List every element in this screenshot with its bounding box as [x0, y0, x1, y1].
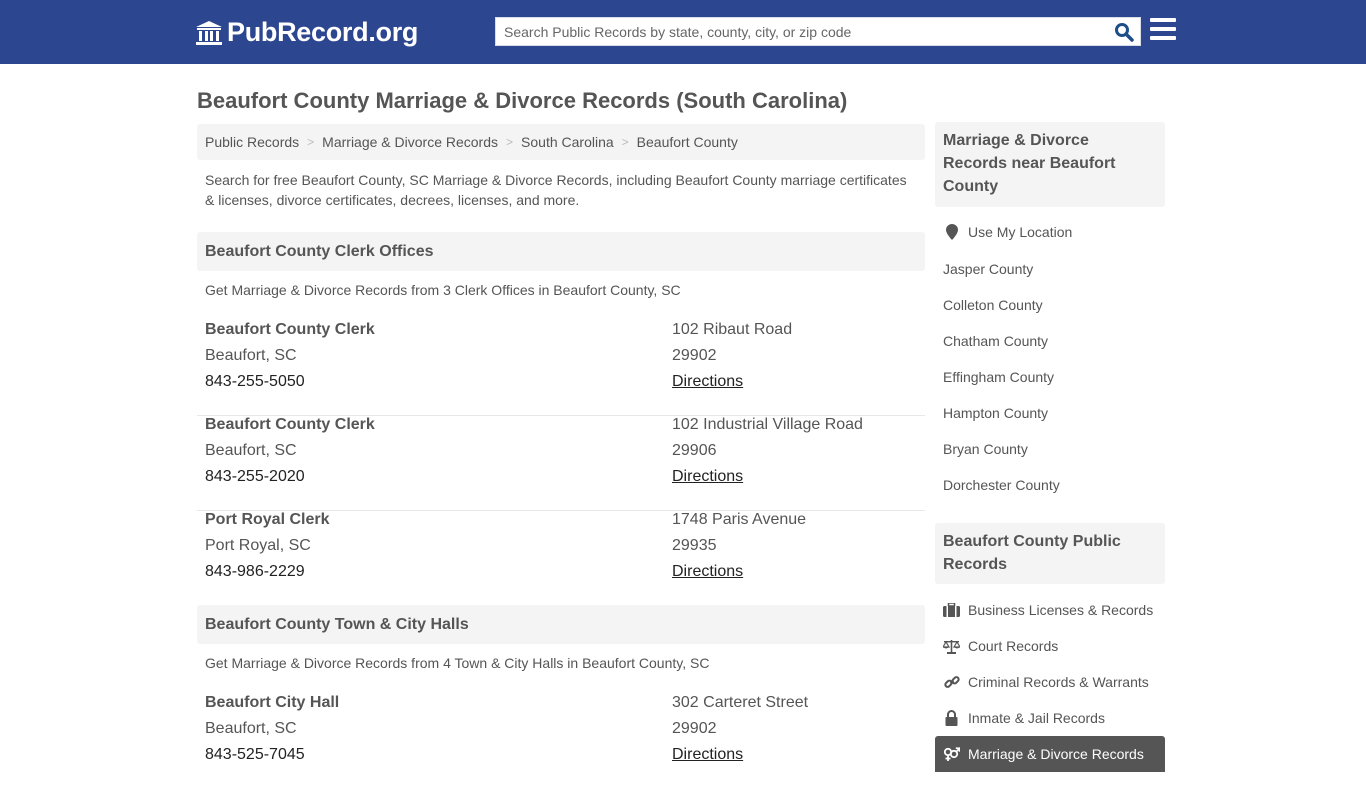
office-zip: 29906: [672, 442, 717, 459]
courthouse-icon: [196, 20, 222, 45]
office-phone[interactable]: 843-525-7045: [205, 746, 305, 764]
sidebar-item-label: Criminal Records & Warrants: [968, 674, 1149, 690]
office-city: Beaufort, SC: [205, 442, 297, 459]
office-name: Beaufort City Hall: [205, 694, 340, 711]
sidebar-item-court-records[interactable]: Court Records: [943, 638, 1058, 654]
sidebar-nearby-heading: Marriage & Divorce Records near Beaufort…: [935, 122, 1165, 207]
section-subtitle: Get Marriage & Divorce Records from 3 Cl…: [205, 282, 681, 298]
hamburger-menu-button[interactable]: [1150, 18, 1176, 42]
office-name: Port Royal Clerk: [205, 511, 330, 528]
sidebar-item-label: Inmate & Jail Records: [968, 710, 1105, 726]
page-title: Beaufort County Marriage & Divorce Recor…: [197, 88, 848, 113]
nearby-county-link[interactable]: Hampton County: [943, 405, 1048, 421]
directions-link[interactable]: Directions: [672, 563, 743, 581]
briefcase-icon: [943, 602, 960, 618]
search-icon: [1115, 22, 1134, 42]
office-address: 102 Ribaut Road: [672, 321, 793, 338]
sidebar-item-inmate-jail[interactable]: Inmate & Jail Records: [943, 710, 1105, 726]
office-zip: 29902: [672, 347, 717, 364]
office-address: 302 Carteret Street: [672, 694, 809, 711]
logo-text: PubRecord.org: [227, 17, 419, 47]
office-entry: Beaufort City Hall Beaufort, SC 843-525-…: [197, 694, 925, 789]
use-my-location-link[interactable]: Use My Location: [943, 224, 1072, 240]
office-phone[interactable]: 843-255-2020: [205, 468, 305, 486]
link-icon: [943, 674, 960, 690]
sidebar-item-marriage-divorce[interactable]: Marriage & Divorce Records: [935, 736, 1165, 772]
search-input[interactable]: [496, 18, 1108, 45]
nearby-county-link[interactable]: Chatham County: [943, 333, 1048, 349]
nearby-county-link[interactable]: Bryan County: [943, 441, 1028, 457]
sidebar-item-business-licenses[interactable]: Business Licenses & Records: [943, 602, 1153, 618]
office-address: 102 Industrial Village Road: [672, 416, 863, 433]
office-phone[interactable]: 843-255-5050: [205, 373, 305, 391]
office-entry: Beaufort County Clerk Beaufort, SC 843-2…: [197, 416, 925, 511]
intro-text: Search for free Beaufort County, SC Marr…: [205, 172, 907, 208]
top-navbar: PubRecord.org: [0, 0, 1366, 64]
map-marker-icon: [943, 224, 960, 240]
site-logo[interactable]: PubRecord.org: [195, 17, 418, 48]
office-entry: Port Royal Clerk Port Royal, SC 843-986-…: [197, 511, 925, 606]
office-city: Beaufort, SC: [205, 347, 297, 364]
office-city: Beaufort, SC: [205, 720, 297, 737]
office-phone[interactable]: 843-986-2229: [205, 563, 305, 581]
section-header-town-city-halls: Beaufort County Town & City Halls: [197, 605, 925, 644]
sidebar-item-label: Court Records: [968, 638, 1059, 654]
search-button[interactable]: [1108, 18, 1140, 45]
lock-icon: [943, 710, 960, 726]
nearby-county-link[interactable]: Dorchester County: [943, 477, 1060, 493]
office-name: Beaufort County Clerk: [205, 416, 375, 433]
search-bar: [495, 17, 1141, 46]
directions-link[interactable]: Directions: [672, 746, 743, 764]
office-zip: 29902: [672, 720, 717, 737]
use-my-location-label: Use My Location: [968, 224, 1073, 240]
office-name: Beaufort County Clerk: [205, 321, 375, 338]
sidebar-item-criminal-records[interactable]: Criminal Records & Warrants: [943, 674, 1149, 690]
menu-bar-icon: [1150, 18, 1176, 22]
sidebar-public-records-heading: Beaufort County Public Records: [935, 523, 1165, 584]
office-entry: Beaufort County Clerk Beaufort, SC 843-2…: [197, 321, 925, 416]
scale-icon: [943, 638, 960, 654]
main-content: Public Records > Marriage & Divorce Reco…: [197, 124, 925, 763]
nearby-county-link[interactable]: Jasper County: [943, 261, 1033, 277]
section-subtitle: Get Marriage & Divorce Records from 4 To…: [205, 655, 710, 671]
nearby-county-link[interactable]: Effingham County: [943, 369, 1054, 385]
sidebar-item-label: Marriage & Divorce Records: [968, 746, 1144, 762]
office-address: 1748 Paris Avenue: [672, 511, 807, 528]
sidebar-item-label: Business Licenses & Records: [968, 602, 1154, 618]
directions-link[interactable]: Directions: [672, 468, 743, 486]
menu-bar-icon: [1150, 27, 1176, 31]
directions-link[interactable]: Directions: [672, 373, 743, 391]
office-city: Port Royal, SC: [205, 537, 311, 554]
gender-icon: [943, 746, 960, 762]
office-zip: 29935: [672, 537, 717, 554]
section-header-clerk-offices: Beaufort County Clerk Offices: [197, 232, 925, 271]
nearby-county-link[interactable]: Colleton County: [943, 297, 1043, 313]
menu-bar-icon: [1150, 36, 1176, 40]
